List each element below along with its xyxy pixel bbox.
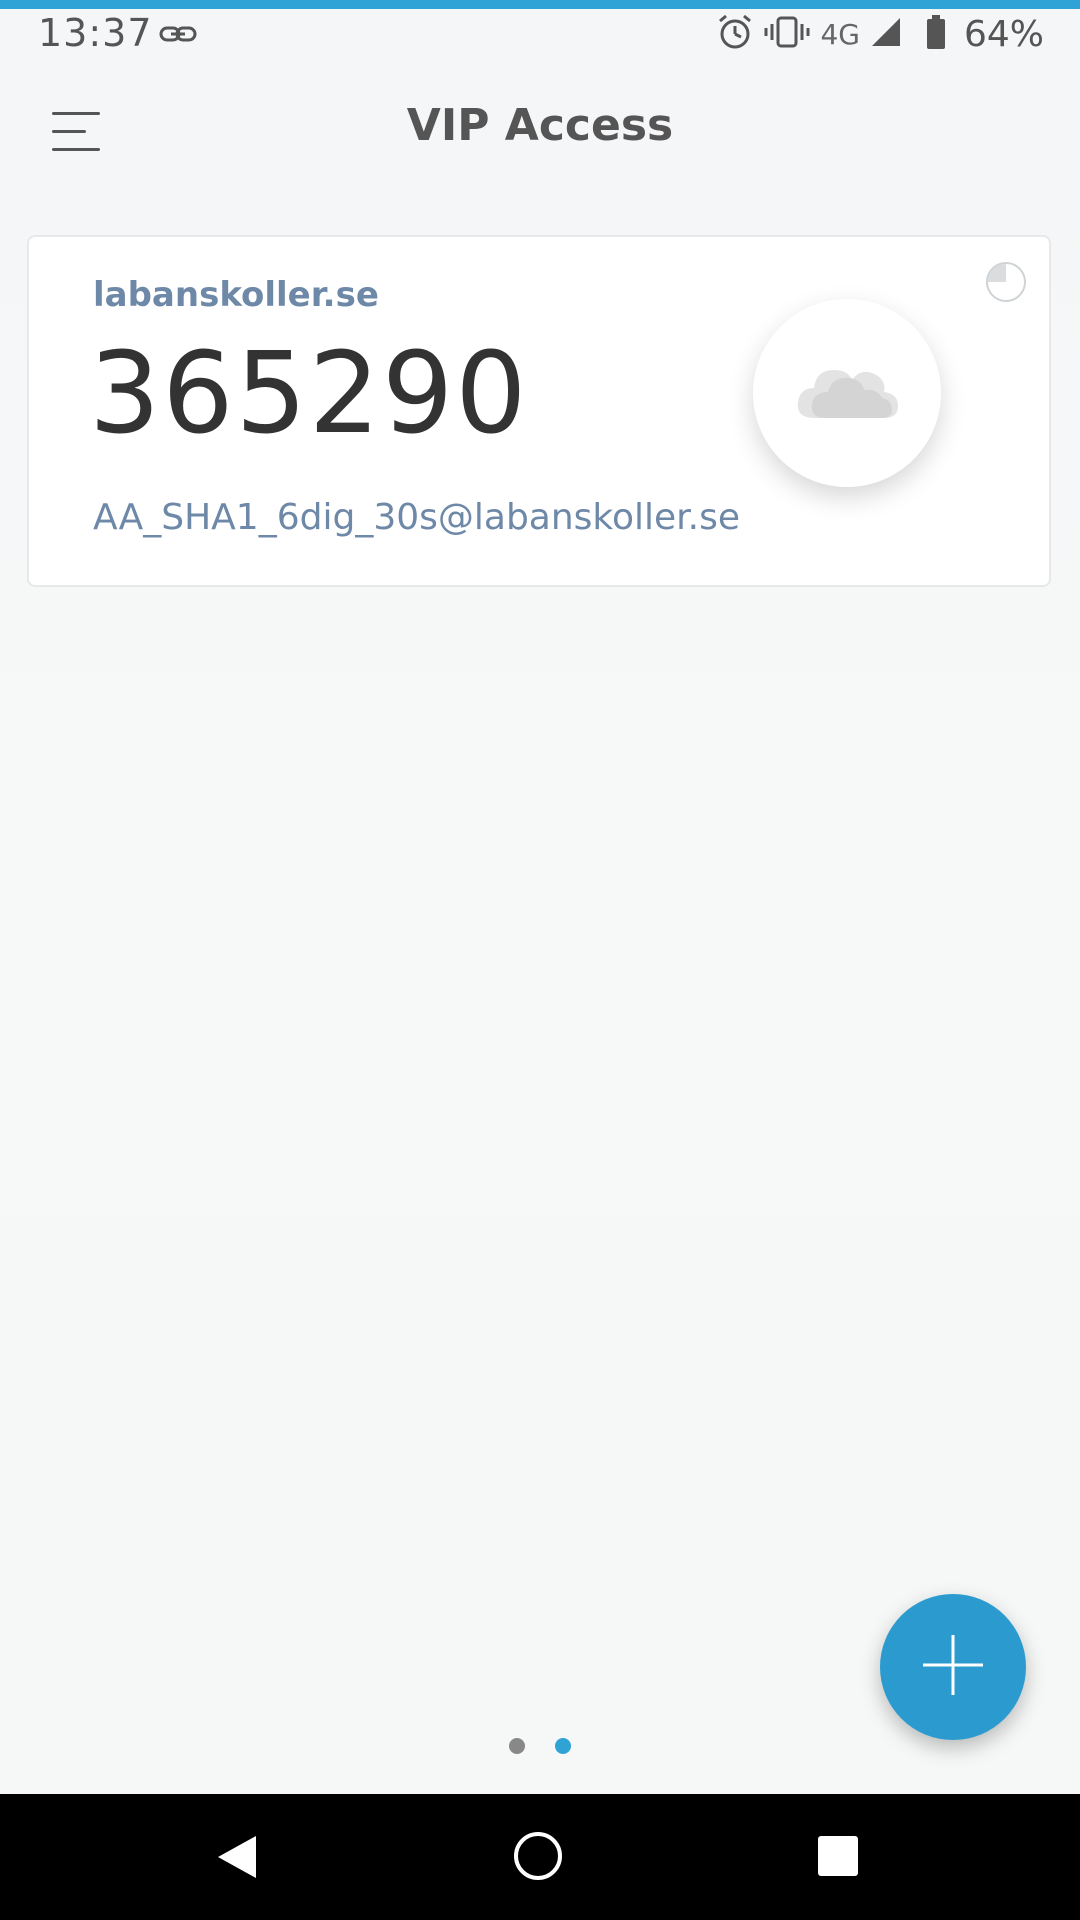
page-dot[interactable] [509, 1738, 525, 1754]
alarm-icon [716, 13, 754, 55]
system-navigation-bar [0, 1794, 1080, 1920]
status-bar: 13:37 4G 64% [0, 9, 1080, 65]
home-icon[interactable] [512, 1830, 564, 1886]
network-type: 4G [820, 17, 860, 51]
top-accent-bar [0, 0, 1080, 9]
page-title: VIP Access [406, 100, 674, 151]
cloud-sync-button[interactable] [753, 299, 941, 487]
page-indicator [0, 1738, 1080, 1754]
countdown-pie-icon [985, 261, 1027, 303]
back-icon[interactable] [216, 1834, 258, 1884]
status-time: 13:37 [38, 11, 153, 55]
battery-icon [926, 15, 946, 53]
app-bar: VIP Access [0, 70, 1080, 190]
link-icon [158, 19, 198, 53]
security-code[interactable]: 365290 [89, 329, 529, 459]
recents-icon[interactable] [818, 1836, 858, 1876]
plus-icon [920, 1632, 986, 1702]
add-credential-button[interactable] [880, 1594, 1026, 1740]
cloud-icon [792, 358, 902, 428]
page-dot-active[interactable] [555, 1738, 571, 1754]
battery-percentage: 64% [963, 13, 1044, 55]
credential-issuer: labanskoller.se [93, 275, 379, 315]
credential-card[interactable]: labanskoller.se 365290 AA_SHA1_6dig_30s@… [27, 235, 1051, 587]
credential-account: AA_SHA1_6dig_30s@labanskoller.se [93, 497, 741, 538]
signal-icon [870, 16, 902, 52]
vibrate-icon [764, 15, 810, 53]
